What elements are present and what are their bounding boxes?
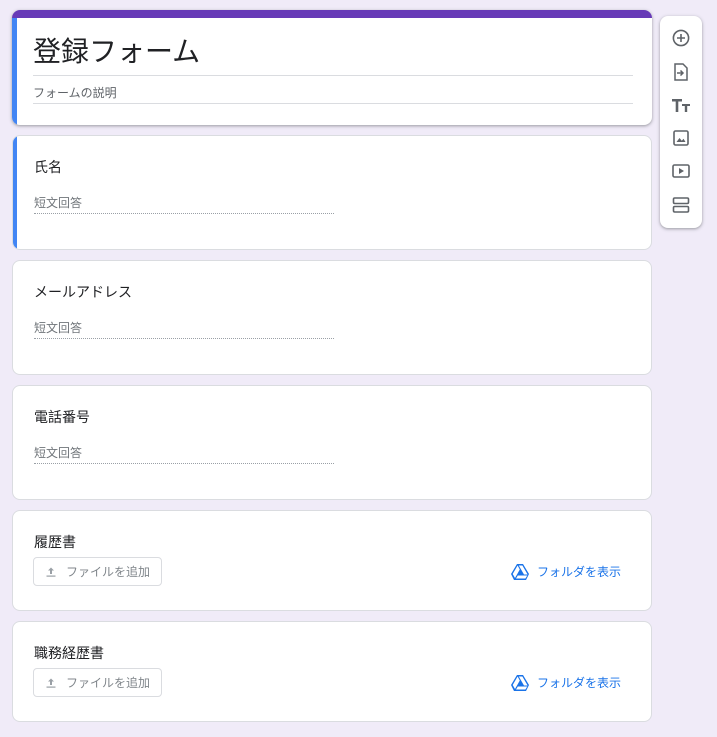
view-folder-link[interactable]: フォルダを表示: [511, 674, 621, 691]
view-folder-link[interactable]: フォルダを表示: [511, 563, 621, 580]
question-title[interactable]: 履歴書: [34, 532, 76, 552]
google-drive-icon: [511, 563, 529, 580]
question-card[interactable]: メールアドレス 短文回答: [12, 260, 652, 375]
section-icon: [672, 197, 690, 213]
image-icon: [673, 130, 689, 146]
add-section-button[interactable]: [670, 194, 692, 216]
title-underline: [33, 75, 633, 76]
question-title[interactable]: メールアドレス: [34, 282, 132, 302]
add-file-label: ファイルを追加: [66, 565, 151, 579]
add-image-button[interactable]: [670, 127, 692, 149]
add-file-button[interactable]: ファイルを追加: [33, 557, 162, 586]
import-icon: [674, 63, 688, 81]
add-file-button[interactable]: ファイルを追加: [33, 668, 162, 697]
form-description-input[interactable]: フォームの説明: [33, 84, 117, 101]
question-title[interactable]: 電話番号: [34, 407, 90, 427]
short-answer-underline: [34, 463, 334, 464]
question-title[interactable]: 職務経歴書: [34, 643, 104, 663]
question-card[interactable]: 履歴書 ファイルを追加 フォルダを表示: [12, 510, 652, 611]
short-answer-underline: [34, 338, 334, 339]
description-underline: [33, 103, 633, 104]
upload-icon: [45, 566, 57, 578]
form-title[interactable]: 登録フォーム: [33, 34, 200, 70]
google-drive-icon: [511, 674, 529, 691]
add-file-label: ファイルを追加: [66, 676, 151, 690]
title-text-icon: [672, 99, 690, 112]
form-header-card[interactable]: 登録フォーム フォームの説明: [12, 10, 652, 125]
short-answer-underline: [34, 213, 334, 214]
question-title[interactable]: 氏名: [34, 157, 62, 177]
short-answer-placeholder: 短文回答: [34, 446, 83, 460]
short-answer-placeholder: 短文回答: [34, 321, 83, 335]
floating-toolbar: [660, 16, 702, 228]
short-answer-placeholder: 短文回答: [34, 196, 83, 210]
add-video-button[interactable]: [670, 160, 692, 182]
video-icon: [672, 164, 690, 178]
add-title-button[interactable]: [670, 94, 692, 116]
view-folder-label: フォルダを表示: [537, 676, 622, 690]
question-card[interactable]: 電話番号 短文回答: [12, 385, 652, 500]
view-folder-label: フォルダを表示: [537, 565, 622, 579]
active-card-indicator: [13, 136, 17, 249]
theme-color-bar: [12, 10, 652, 18]
add-question-button[interactable]: [670, 27, 692, 49]
import-questions-button[interactable]: [670, 61, 692, 83]
active-card-indicator: [12, 18, 17, 125]
question-card[interactable]: 氏名 短文回答: [12, 135, 652, 250]
upload-icon: [45, 677, 57, 689]
add-circle-icon: [672, 29, 690, 47]
question-card[interactable]: 職務経歴書 ファイルを追加 フォルダを表示: [12, 621, 652, 722]
